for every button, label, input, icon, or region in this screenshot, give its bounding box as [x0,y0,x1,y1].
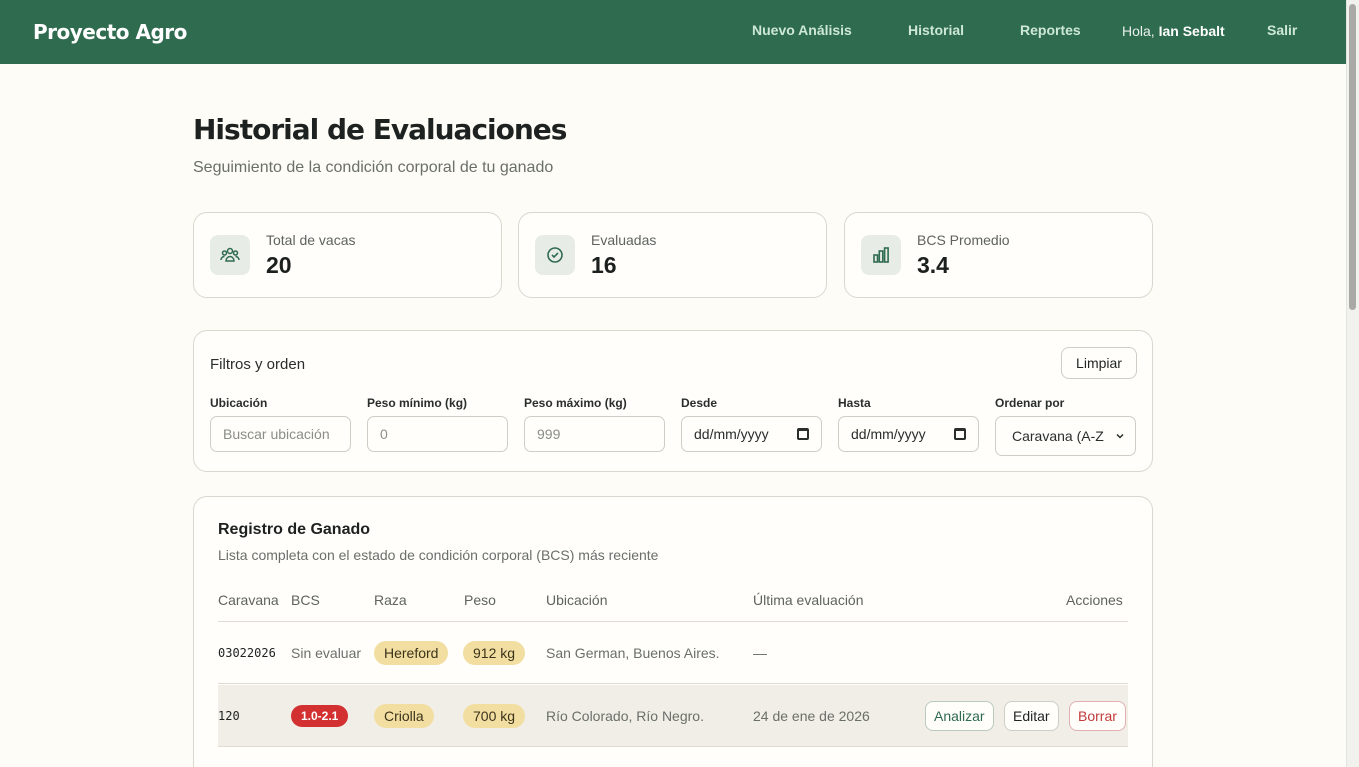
row-divider [218,746,1128,747]
nav-reports[interactable]: Reportes [1020,22,1081,38]
stat-value: 16 [591,252,617,278]
sort-select[interactable]: Caravana (A-Z [995,416,1136,456]
registry-title: Registro de Ganado [218,521,371,538]
from-date-input[interactable]: dd/mm/yyyy [681,416,822,452]
greeting-prefix: Hola, [1122,23,1155,39]
filters-panel: Filtros y orden Limpiar Ubicación Buscar… [193,330,1153,472]
row-last-evaluation: 24 de ene de 2026 [753,708,870,724]
breed-badge: Criolla [374,704,434,728]
row-location: Río Colorado, Río Negro. [546,708,704,724]
weight-badge: 912 kg [463,641,526,665]
stat-card-bcs-average: BCS Promedio 3.4 [844,212,1153,298]
delete-button[interactable]: Borrar [1069,701,1126,731]
brand-logo[interactable]: Proyecto Agro [33,20,187,44]
nav-new-analysis[interactable]: Nuevo Análisis [752,22,852,38]
users-icon [210,235,250,275]
column-header-actions: Acciones [1066,592,1123,608]
page-title: Historial de Evaluaciones [193,113,567,146]
min-weight-label: Peso mínimo (kg) [367,396,468,410]
row-tag: 120 [218,709,240,723]
stat-label: Evaluadas [591,232,657,248]
stat-card-total: Total de vacas 20 [193,212,502,298]
bcs-badge: 1.0-2.1 [291,705,349,727]
calendar-icon[interactable] [797,428,809,440]
sort-value: Caravana (A-Z [1012,428,1104,444]
max-weight-input[interactable]: 999 [524,416,665,452]
calendar-icon[interactable] [954,428,966,440]
sort-label: Ordenar por [995,396,1065,410]
stat-card-evaluated: Evaluadas 16 [518,212,827,298]
cattle-registry-card: Registro de Ganado Lista completa con el… [193,496,1153,767]
column-header-location[interactable]: Ubicación [546,592,607,608]
column-header-weight[interactable]: Peso [464,592,496,608]
row-last-evaluation: — [753,645,767,661]
row-bcs: Sin evaluar [291,645,362,661]
bar-chart-icon [861,235,901,275]
location-label: Ubicación [210,396,268,410]
from-date-value: dd/mm/yyyy [694,426,769,442]
top-navbar: Proyecto Agro Nuevo Análisis Historial R… [0,0,1346,64]
to-date-value: dd/mm/yyyy [851,426,926,442]
row-divider [218,683,1128,684]
nav-history[interactable]: Historial [908,22,964,38]
table-row[interactable]: 03022026 Sin evaluar Hereford 912 kg San… [218,622,1128,684]
user-name: Ian Sebalt [1158,23,1225,39]
clear-filters-button[interactable]: Limpiar [1061,347,1137,379]
edit-button[interactable]: Editar [1004,701,1059,731]
row-location: San German, Buenos Aires. [546,645,720,661]
to-date-label: Hasta [838,396,871,410]
column-header-breed[interactable]: Raza [374,592,407,608]
from-date-label: Desde [681,396,718,410]
column-header-bcs[interactable]: BCS [291,592,320,608]
logout-link[interactable]: Salir [1267,22,1297,38]
analyze-button[interactable]: Analizar [925,701,994,731]
registry-subtitle: Lista completa con el estado de condició… [218,547,659,563]
breed-badge: Hereford [374,641,449,665]
chevron-down-icon [1116,433,1124,439]
to-date-input[interactable]: dd/mm/yyyy [838,416,979,452]
stat-label: Total de vacas [266,232,356,248]
user-greeting: Hola, Ian Sebalt [1122,23,1225,39]
row-tag: 03022026 [218,646,276,660]
check-circle-icon [535,235,575,275]
max-weight-label: Peso máximo (kg) [524,396,627,410]
column-header-last-evaluation[interactable]: Última evaluación [753,592,864,608]
filters-title: Filtros y orden [210,356,306,373]
location-input[interactable]: Buscar ubicación [210,416,351,452]
stat-value: 20 [266,252,292,278]
stat-value: 3.4 [917,252,949,278]
table-row[interactable]: 120 1.0-2.1 Criolla 700 kg Río Colorado,… [218,685,1128,747]
stat-label: BCS Promedio [917,232,1010,248]
scrollbar-thumb[interactable] [1349,4,1356,310]
weight-badge: 700 kg [463,704,526,728]
column-header-tag[interactable]: Caravana [218,592,279,608]
page-subtitle: Seguimiento de la condición corporal de … [193,159,554,176]
min-weight-input[interactable]: 0 [367,416,508,452]
